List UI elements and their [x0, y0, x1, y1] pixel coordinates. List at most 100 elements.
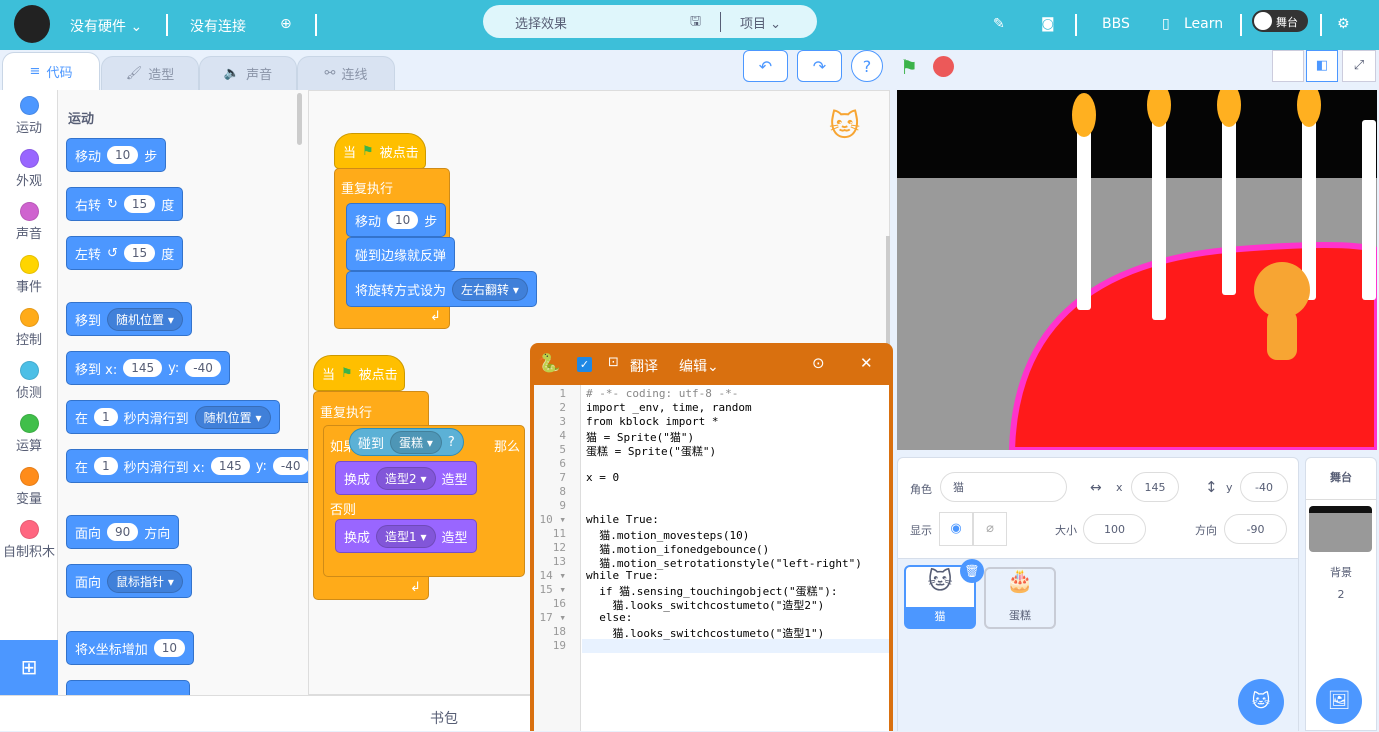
- category-1[interactable]: 外观: [0, 149, 58, 189]
- cake-thumbnail-icon: 🎂: [1006, 569, 1034, 594]
- category-0[interactable]: 运动: [0, 96, 58, 136]
- stage-canvas[interactable]: [897, 90, 1377, 450]
- stage-toggle[interactable]: 舞台: [1252, 10, 1308, 32]
- block-turn-left[interactable]: 左转 ↺ 15 度: [66, 236, 184, 270]
- block-goto[interactable]: 移到 随机位置 ▾: [66, 302, 192, 336]
- hat-flag-clicked[interactable]: 当 ⚑ 被点击: [313, 355, 405, 391]
- category-7[interactable]: 变量: [0, 467, 58, 507]
- checkbox[interactable]: ✓: [577, 357, 592, 372]
- green-flag-icon[interactable]: ⚑: [900, 55, 918, 79]
- tab-sounds[interactable]: 🔈 声音: [199, 56, 297, 90]
- input[interactable]: 145: [210, 457, 250, 475]
- block-rotation-style[interactable]: 将旋转方式设为 左右翻转 ▾: [346, 271, 537, 307]
- tab-wiring[interactable]: ⚯ 连线: [297, 56, 395, 90]
- delete-sprite-icon[interactable]: 🗑: [960, 559, 984, 583]
- normal-stage-button[interactable]: ◧: [1306, 50, 1338, 82]
- hat-flag-clicked[interactable]: 当 ⚑ 被点击: [334, 133, 426, 169]
- input[interactable]: 10: [153, 639, 185, 657]
- dropdown[interactable]: 随机位置 ▾: [107, 307, 183, 331]
- learn-link[interactable]: Learn: [1184, 16, 1223, 32]
- hide-eye-icon[interactable]: ⌀: [973, 512, 1007, 546]
- t: 被点击: [358, 367, 398, 383]
- save-icon[interactable]: 🖫: [690, 12, 701, 34]
- tab-costumes[interactable]: 🖌 造型: [101, 56, 199, 90]
- block-glide-xy[interactable]: 在 1 秒内滑行到 x: 145 y: -40: [66, 449, 308, 483]
- translate-button[interactable]: 翻译: [630, 356, 658, 376]
- input[interactable]: 10: [107, 146, 139, 164]
- line-number: 9: [559, 499, 566, 512]
- dropdown[interactable]: 随机位置 ▾: [194, 405, 271, 429]
- size-input[interactable]: 100: [1083, 514, 1146, 544]
- dropdown[interactable]: 蛋糕 ▾: [390, 430, 442, 454]
- dropdown[interactable]: 造型2 ▾: [376, 466, 436, 490]
- block-change-x[interactable]: 将x坐标增加 10: [66, 631, 194, 665]
- show-eye-icon[interactable]: ◉: [939, 512, 973, 546]
- redo-button[interactable]: ↷: [797, 50, 842, 82]
- block-point-direction[interactable]: 面向 90 方向: [66, 515, 180, 549]
- category-4[interactable]: 控制: [0, 308, 58, 348]
- category-8[interactable]: 自制积木: [0, 520, 58, 560]
- code-line: while True:: [586, 569, 659, 582]
- input[interactable]: 10: [387, 211, 419, 229]
- dropdown[interactable]: 鼠标指针 ▾: [107, 569, 183, 593]
- gear-icon[interactable]: ⚙: [1337, 16, 1350, 32]
- stop-icon[interactable]: [933, 56, 954, 77]
- horizontal-arrows-icon: ↔: [1090, 480, 1102, 496]
- sprite-thumb-cake[interactable]: 🎂 蛋糕: [984, 567, 1056, 629]
- close-icon[interactable]: ✕: [860, 354, 873, 372]
- tab-code[interactable]: ≡ 代码: [2, 52, 100, 90]
- input[interactable]: 15: [123, 244, 156, 262]
- block-move[interactable]: 移动 10 步: [66, 138, 167, 172]
- code-line: 猫 = Sprite("猫"): [586, 431, 695, 444]
- y-input[interactable]: -40: [1240, 472, 1288, 502]
- block-touching[interactable]: 碰到 蛋糕 ▾?: [349, 428, 464, 456]
- small-stage-button[interactable]: [1272, 50, 1304, 82]
- edit-menu[interactable]: 编辑⌄: [679, 356, 719, 376]
- block-goto-xy[interactable]: 移到 x: 145 y: -40: [66, 351, 230, 385]
- connection-menu[interactable]: 没有连接: [190, 16, 246, 36]
- extension-button[interactable]: ⊞: [0, 640, 58, 695]
- run-icon[interactable]: ⊙: [812, 354, 825, 372]
- add-sprite-button[interactable]: 🐱: [1238, 679, 1284, 725]
- project-menu[interactable]: 项目 ⌄: [740, 13, 781, 32]
- input[interactable]: 1: [94, 408, 118, 426]
- category-6[interactable]: 运算: [0, 414, 58, 454]
- globe-icon[interactable]: ⊕: [280, 16, 292, 32]
- add-backdrop-button[interactable]: 🖼: [1316, 678, 1362, 724]
- block-move[interactable]: 移动 10 步: [346, 203, 447, 237]
- category-3[interactable]: 事件: [0, 255, 58, 295]
- hardware-menu[interactable]: 没有硬件 ⌄: [70, 16, 142, 36]
- code-editor[interactable]: 1 2 3 4 5 6 7 8 9 10 ▾ 11 12 13 14 ▾ 15 ▾ 16 17 ▾ 18 19 # …: [534, 385, 889, 731]
- block-switch-costume[interactable]: 换成 造型2 ▾ 造型: [335, 461, 477, 495]
- camera-icon[interactable]: ◙: [1041, 16, 1055, 32]
- sprite-name-input[interactable]: 猫: [940, 472, 1067, 502]
- effect-select[interactable]: 选择效果: [515, 13, 567, 32]
- fullscreen-button[interactable]: ⤢: [1342, 50, 1376, 82]
- undo-button[interactable]: ↶: [743, 50, 788, 82]
- input[interactable]: -40: [272, 457, 308, 475]
- logo[interactable]: [14, 5, 50, 43]
- block-turn-right[interactable]: 右转 ↻ 15 度: [66, 187, 184, 221]
- category-5[interactable]: 侦测: [0, 361, 58, 401]
- backdrop-thumbnail[interactable]: [1309, 506, 1372, 552]
- input[interactable]: 1: [94, 457, 118, 475]
- dropdown[interactable]: 左右翻转 ▾: [452, 277, 528, 301]
- x-input[interactable]: 145: [1131, 472, 1179, 502]
- block-bounce[interactable]: 碰到边缘就反弹: [346, 237, 456, 271]
- help-button[interactable]: ?: [851, 50, 883, 82]
- category-2[interactable]: 声音: [0, 202, 58, 242]
- input[interactable]: 15: [123, 195, 156, 213]
- direction-input[interactable]: -90: [1224, 514, 1287, 544]
- block-glide[interactable]: 在 1 秒内滑行到 随机位置 ▾: [66, 400, 280, 434]
- input[interactable]: 145: [123, 359, 163, 377]
- palette-scrollbar[interactable]: [297, 93, 302, 145]
- input[interactable]: 90: [107, 523, 139, 541]
- t: 将x坐标增加: [75, 642, 148, 658]
- bbs-link[interactable]: BBS: [1102, 16, 1130, 32]
- block-partial[interactable]: [66, 680, 190, 695]
- input[interactable]: -40: [185, 359, 221, 377]
- pencil-icon[interactable]: ✎: [993, 16, 1005, 32]
- dropdown[interactable]: 造型1 ▾: [376, 524, 436, 548]
- block-switch-costume[interactable]: 换成 造型1 ▾ 造型: [335, 519, 477, 553]
- block-point-towards[interactable]: 面向 鼠标指针 ▾: [66, 564, 192, 598]
